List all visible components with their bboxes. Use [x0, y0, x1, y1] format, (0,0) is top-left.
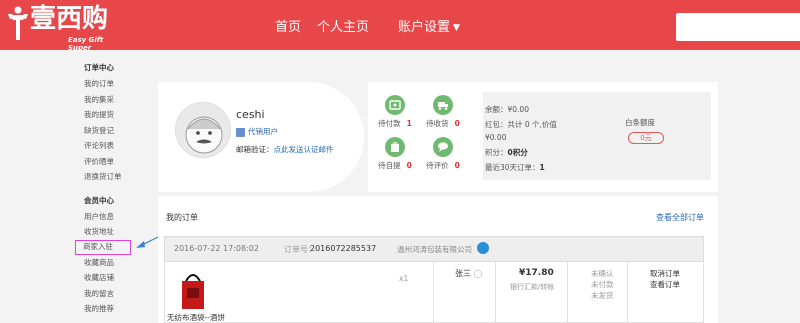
status-count: 0 [406, 161, 412, 170]
order-state-payment: 未付款 [591, 280, 614, 289]
nav-account-settings[interactable]: 账户设置 ▼ [398, 16, 460, 35]
view-all-orders-link[interactable]: 查看全部订单 [656, 212, 704, 223]
sidebar-item-my-pickup[interactable]: 我的提货 [84, 107, 154, 123]
order-price: ¥17.80 [519, 268, 554, 278]
logo-figure-icon [8, 6, 28, 40]
person-icon: ◯ [473, 269, 483, 278]
buyer-name-text: 张三 [455, 269, 471, 278]
wallet-points: 积分：0积分 [485, 147, 528, 158]
sidebar-item-out-of-stock[interactable]: 缺货登记 [84, 123, 154, 139]
sidebar-item-fav-products[interactable]: 收藏商品 [84, 255, 154, 271]
nav-home[interactable]: 首页 [275, 16, 301, 35]
site-logo[interactable]: 壹西购 Easy Gift Super [8, 4, 128, 52]
sidebar-group-title: 会员中心 [84, 195, 114, 205]
chevron-down-icon: ▼ [453, 23, 460, 33]
cartoon-face-icon [176, 103, 230, 157]
order-shop-name[interactable]: 温州鸿涛包装有限公司 [397, 244, 472, 255]
status-count: 0 [454, 119, 460, 128]
payment-type: 银行汇款/转帐 [510, 283, 555, 291]
sidebar-group-title: 订单中心 [84, 63, 114, 72]
sidebar-item-my-orders[interactable]: 我的订单 [84, 76, 154, 92]
sidebar-item-merchant-join[interactable]: 商家入驻 [75, 239, 131, 255]
sidebar: 订单中心 我的订单 我的集采 我的提货 缺货登记 评论列表 评价晒单 退换货订单… [75, 60, 154, 317]
sidebar-item-recommend[interactable]: 我的推荐 [84, 301, 154, 317]
sidebar-item-messages[interactable]: 我的留言 [84, 286, 154, 302]
search-input[interactable] [676, 13, 800, 41]
chat-icon [433, 137, 453, 157]
order-row: 无纺布酒袋--酒饼 x1 张三 ◯ ¥17.80 银行汇款/转帐 未确认 未付款… [164, 262, 704, 323]
product-qty: x1 [399, 274, 409, 283]
sidebar-item-my-group-buy[interactable]: 我的集采 [84, 92, 154, 108]
send-verify-email-link[interactable]: 点此发送认证邮件 [274, 145, 334, 154]
wallet-points-value: 0积分 [507, 148, 528, 157]
buyer-name: 张三 ◯ [455, 268, 483, 279]
order-date: 2016-07-22 17:08:02 [174, 244, 259, 253]
status-label: 待评价 [426, 161, 449, 170]
status-label: 待付款 [378, 119, 401, 128]
user-role: 代销用户 [236, 126, 278, 137]
profile-card: ceshi 代销用户 邮箱验证：点此发送认证邮件 [158, 82, 364, 192]
order-header-row: 2016-07-22 17:08:02 订单号： 2016072285537 温… [164, 236, 704, 262]
status-pending-receipt[interactable]: 待收货 0 [418, 95, 468, 129]
order-no: 2016072285537 [310, 244, 377, 253]
top-header: 壹西购 Easy Gift Super 首页 个人主页 账户设置 ▼ [0, 0, 800, 52]
my-orders-section: 我的订单 查看全部订单 2016-07-22 17:08:02 订单号： 201… [158, 196, 718, 323]
wallet-summary: 余额：¥0.00 红包：共计 0 个,价值 ¥0.00 积分：0积分 最近30天… [483, 92, 711, 180]
nav-personal-page[interactable]: 个人主页 [317, 16, 369, 35]
truck-icon [433, 95, 453, 115]
wallet-icon [385, 95, 405, 115]
email-verify-label: 邮箱验证： [236, 145, 274, 154]
logo-text-cn: 壹西购 [30, 4, 109, 34]
view-order-button[interactable]: 查看订单 [650, 279, 680, 290]
wallet-points-label: 积分： [485, 148, 508, 157]
avatar[interactable] [175, 102, 231, 158]
wallet-balance: 余额：¥0.00 [485, 105, 529, 114]
credit-limit-label: 白条额度 [625, 118, 655, 127]
wallet-panel: 余额：¥0.00 红包：共计 0 个,价值 ¥0.00 积分：0积分 最近30天… [478, 82, 718, 192]
cancel-order-button[interactable]: 取消订单 [650, 268, 680, 279]
wallet-bonus-value: ¥0.00 [485, 133, 507, 142]
order-status-panel: 待付款 1 待收货 0 待自提 0 待评价 0 [368, 82, 478, 192]
username: ceshi [236, 108, 265, 121]
user-badge-icon [236, 127, 245, 137]
wine-bag-icon [182, 274, 204, 309]
orders-title: 我的订单 [166, 213, 198, 222]
product-image[interactable] [177, 271, 209, 311]
status-label: 待收货 [426, 119, 449, 128]
qq-contact-icon[interactable] [477, 242, 489, 254]
sidebar-item-fav-shops[interactable]: 收藏店铺 [84, 270, 154, 286]
wallet-recent-count: 1 [539, 163, 545, 172]
order-state-confirm: 未确认 [591, 269, 614, 278]
status-pending-pickup[interactable]: 待自提 0 [370, 137, 420, 171]
email-verify-row: 邮箱验证：点此发送认证邮件 [236, 144, 334, 155]
sidebar-item-returns[interactable]: 退换货订单 [84, 169, 154, 185]
status-label: 待自提 [378, 161, 401, 170]
status-count: 0 [454, 161, 460, 170]
nav-account-label: 账户设置 [398, 20, 451, 35]
credit-limit-value[interactable]: 0元 [628, 132, 664, 144]
wallet-bonus: 红包：共计 0 个,价值 [485, 120, 557, 129]
order-state-shipping: 未发货 [591, 291, 614, 300]
status-pending-payment[interactable]: 待付款 1 [370, 95, 420, 129]
product-name[interactable]: 无纺布酒袋--酒饼 [167, 312, 225, 323]
bag-icon [385, 137, 405, 157]
status-count: 1 [406, 119, 412, 128]
status-pending-review[interactable]: 待评价 0 [418, 137, 468, 171]
logo-text-en: Easy Gift Super [68, 36, 104, 52]
sidebar-item-reviews[interactable]: 评论列表 [84, 138, 154, 154]
sidebar-item-review-share[interactable]: 评价晒单 [84, 154, 154, 170]
user-role-label: 代销用户 [248, 127, 278, 136]
wallet-recent-label: 最近30天订单： [485, 163, 540, 172]
wallet-recent-orders: 最近30天订单：1 [485, 162, 545, 173]
